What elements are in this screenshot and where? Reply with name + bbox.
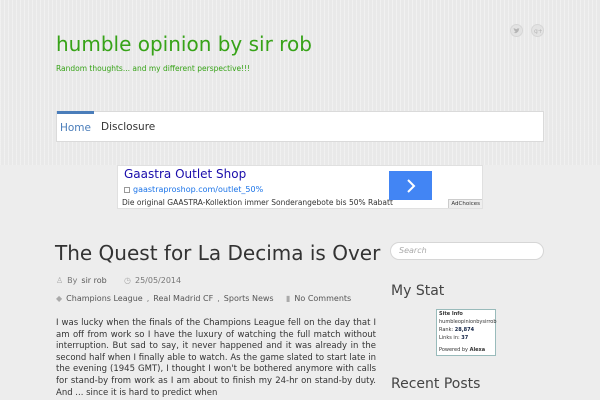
ad-title[interactable]: Gaastra Outlet Shop [124, 167, 246, 181]
ad-url[interactable]: gaastraproshop.com/outlet_50% [124, 185, 263, 194]
main-nav: Home Disclosure [56, 111, 544, 142]
author-link[interactable]: sir rob [81, 276, 106, 285]
alexa-brand: Alexa [469, 347, 486, 353]
svg-text:g+: g+ [534, 28, 542, 34]
post-title[interactable]: The Quest for La Decima is Over [55, 241, 380, 265]
search-input[interactable]: Search [390, 242, 544, 260]
comments-link[interactable]: No Comments [294, 294, 351, 303]
category-link[interactable]: Sports News [224, 294, 274, 303]
tag-icon: ◆ [56, 294, 63, 303]
alexa-rank-value: 28,874 [454, 327, 475, 333]
alexa-powered-label: Powered by [439, 347, 468, 353]
ad-url-text[interactable]: gaastraproshop.com/outlet_50% [133, 185, 263, 194]
post-meta-author: ♙ By sir rob [56, 276, 107, 285]
alexa-links-label: Links in: [439, 335, 460, 341]
alexa-site: humbleopinionbysirrob [439, 319, 497, 325]
site-description: Random thoughts... and my different pers… [56, 64, 251, 73]
author-prefix: By [67, 276, 78, 285]
post-date: 25/05/2014 [134, 276, 182, 285]
category-link[interactable]: Champions League [66, 294, 143, 303]
adchoices-label[interactable]: AdChoices [448, 199, 482, 208]
google-plus-icon[interactable]: g+ [531, 24, 544, 37]
alexa-rank-label: Rank: [439, 327, 454, 333]
external-link-icon [124, 186, 130, 193]
nav-item-disclosure[interactable]: Disclosure [101, 112, 155, 141]
clock-icon: ◷ [124, 276, 131, 285]
alexa-links: Links in: 37 [439, 335, 468, 341]
post-comments: ▮ No Comments [286, 294, 351, 303]
post-body: I was lucky when the finals of the Champ… [56, 318, 376, 398]
post-categories: ◆ Champions League, Real Madrid CF, Spor… [56, 294, 274, 303]
alexa-rank: Rank: 28,874 [439, 327, 474, 333]
recent-posts-title: Recent Posts [391, 376, 481, 392]
alexa-links-value: 37 [461, 335, 469, 341]
post-meta-date: ◷ 25/05/2014 [124, 276, 181, 285]
alexa-widget[interactable]: Site Info humbleopinionbysirrob Rank: 28… [436, 309, 497, 356]
ad-banner[interactable]: Gaastra Outlet Shop gaastraproshop.com/o… [117, 165, 483, 209]
ad-arrow-button[interactable] [389, 171, 432, 200]
my-stat-title: My Stat [391, 283, 445, 299]
chevron-right-icon [406, 178, 415, 193]
alexa-powered: Powered by Alexa [439, 347, 485, 353]
nav-item-home[interactable]: Home [57, 111, 94, 143]
site-title[interactable]: humble opinion by sir rob [56, 32, 312, 56]
category-link[interactable]: Real Madrid CF [153, 294, 213, 303]
comment-icon: ▮ [286, 294, 291, 303]
twitter-icon[interactable] [510, 24, 523, 37]
user-icon: ♙ [56, 276, 64, 285]
alexa-header: Site Info [439, 311, 463, 317]
ad-description: Die original GAASTRA-Kollektion immer So… [122, 198, 393, 207]
